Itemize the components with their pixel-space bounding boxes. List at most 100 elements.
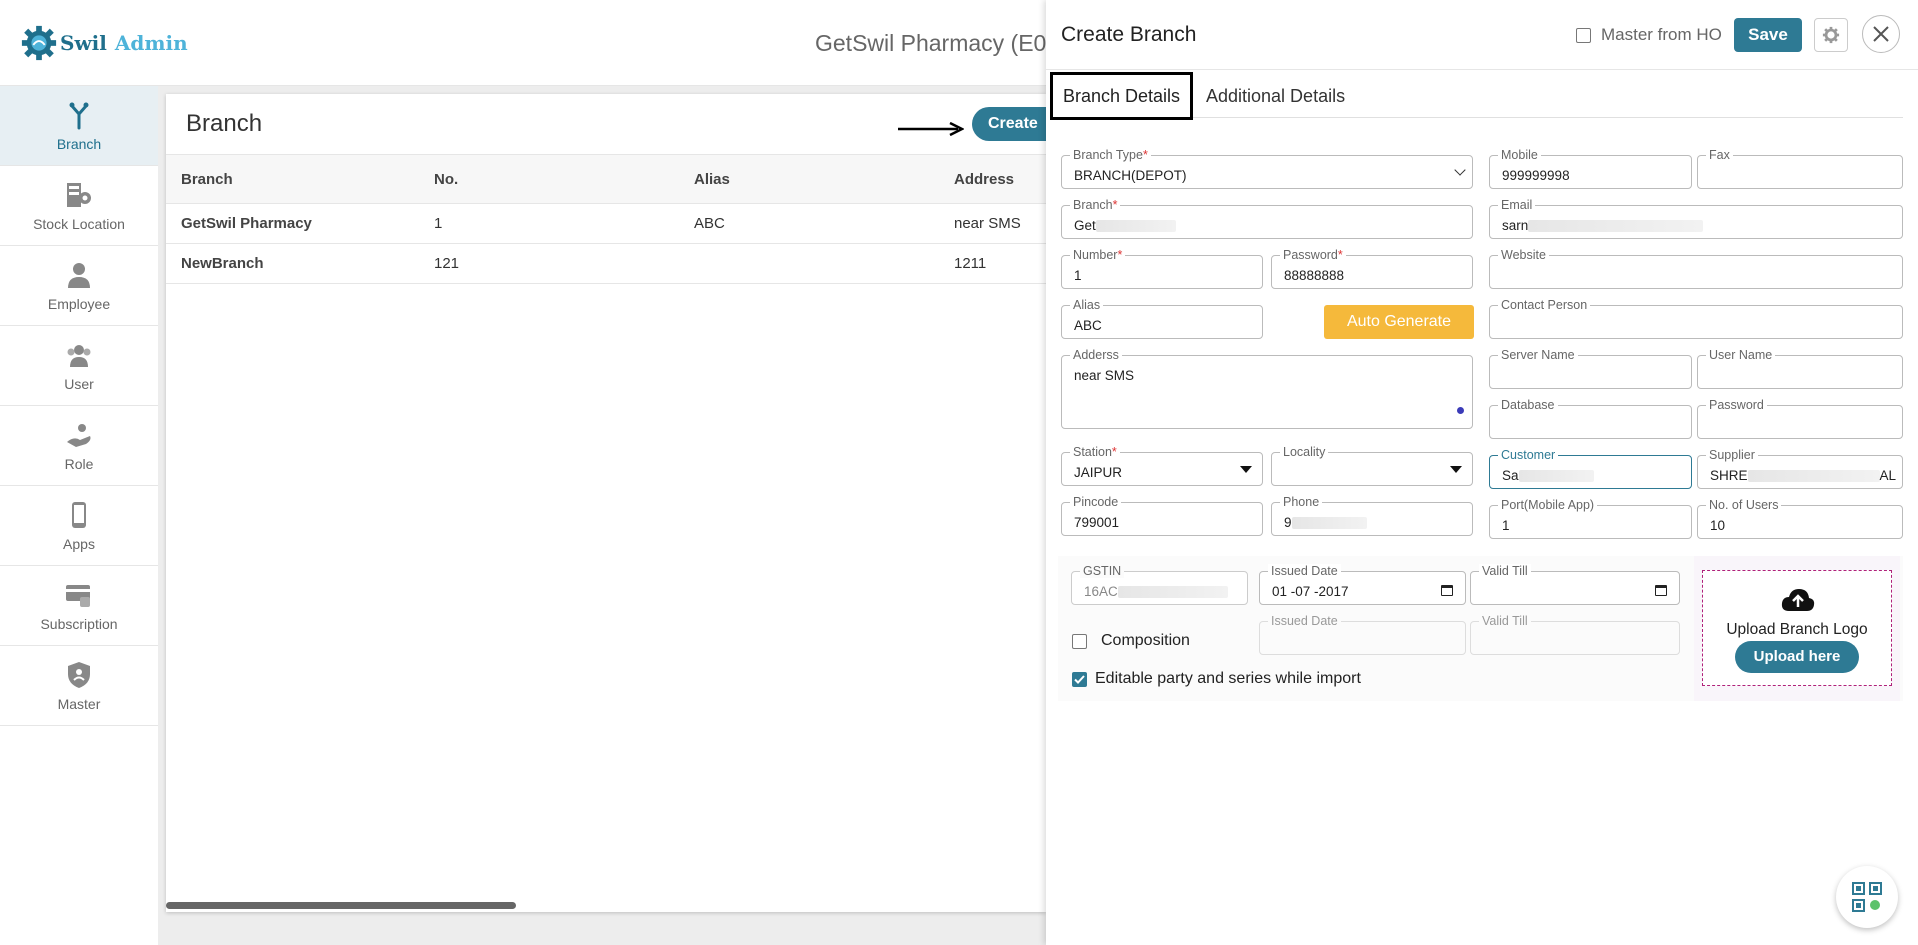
- column-header[interactable]: Address: [954, 171, 1014, 188]
- supplier-value: SHRE: [1710, 468, 1748, 483]
- branch-field[interactable]: Branch* Get: [1061, 198, 1473, 239]
- sidebar-item-role[interactable]: Role: [0, 406, 158, 486]
- branch-icon: [69, 102, 89, 129]
- sidebar: Branch Stock Location Employee User Role…: [0, 86, 158, 945]
- sidebar-item-stock-location[interactable]: Stock Location: [0, 166, 158, 246]
- qr-scan-button[interactable]: [1836, 866, 1898, 928]
- pincode-label: Pincode: [1070, 495, 1122, 509]
- fax-field[interactable]: Fax: [1697, 148, 1903, 189]
- upload-logo-dropzone[interactable]: Upload Branch Logo Upload here: [1702, 570, 1892, 686]
- column-header[interactable]: Alias: [694, 171, 730, 188]
- alias-value: ABC: [1074, 318, 1102, 333]
- column-header[interactable]: No.: [434, 171, 458, 188]
- resize-handle-icon[interactable]: [1457, 407, 1464, 414]
- alias-field[interactable]: Alias ABC: [1061, 298, 1263, 339]
- sidebar-item-label: Apps: [63, 535, 95, 552]
- customer-field[interactable]: Customer Sa: [1489, 448, 1692, 489]
- password-field[interactable]: Password* 88888888: [1271, 248, 1473, 289]
- sidebar-item-apps[interactable]: Apps: [0, 486, 158, 566]
- user-name-field[interactable]: User Name: [1697, 348, 1903, 389]
- phone-value: 9: [1284, 515, 1292, 530]
- logo-gear-icon: [21, 25, 57, 61]
- no-of-users-label: No. of Users: [1706, 498, 1782, 512]
- company-name: GetSwil Pharmacy (E01: [815, 30, 1060, 56]
- tab-branch-details[interactable]: Branch Details: [1050, 72, 1194, 120]
- sidebar-item-user[interactable]: User: [0, 326, 158, 406]
- subscription-icon: [66, 584, 90, 607]
- table-row[interactable]: NewBranch 121 1211: [166, 244, 1046, 284]
- settings-button[interactable]: [1814, 18, 1848, 52]
- master-from-ho-checkbox[interactable]: [1576, 27, 1591, 43]
- save-button[interactable]: Save: [1734, 18, 1802, 52]
- comp-issued-date-label: Issued Date: [1268, 614, 1341, 628]
- calendar-icon[interactable]: [1655, 585, 1667, 596]
- address-textarea[interactable]: Adderss near SMS: [1061, 348, 1473, 429]
- address-label: Adderss: [1070, 348, 1122, 362]
- calendar-icon[interactable]: [1441, 585, 1453, 596]
- user-icon: [67, 344, 91, 367]
- tab-additional-details[interactable]: Additional Details: [1206, 72, 1345, 120]
- horizontal-scrollbar[interactable]: [166, 902, 516, 909]
- chevron-down-icon: [1454, 164, 1466, 176]
- stock-location-icon: [67, 182, 91, 207]
- auto-generate-button[interactable]: Auto Generate: [1324, 305, 1474, 339]
- gst-valid-till-field[interactable]: Valid Till: [1470, 564, 1680, 605]
- website-field[interactable]: Website: [1489, 248, 1903, 289]
- pincode-field[interactable]: Pincode 799001: [1061, 495, 1263, 536]
- supplier-field[interactable]: Supplier SHRE AL: [1697, 448, 1903, 489]
- locality-select[interactable]: Locality: [1271, 445, 1473, 486]
- phone-label: Phone: [1280, 495, 1323, 509]
- mobile-field[interactable]: Mobile 999999998: [1489, 148, 1692, 189]
- server-name-field[interactable]: Server Name: [1489, 348, 1692, 389]
- close-icon: [1873, 26, 1889, 42]
- db-password-field[interactable]: Password: [1697, 398, 1903, 439]
- master-from-ho[interactable]: Master from HO: [1576, 25, 1722, 45]
- create-button[interactable]: Create: [972, 107, 1046, 141]
- database-label: Database: [1498, 398, 1558, 412]
- page-title: Branch: [186, 110, 263, 137]
- editable-party-checkbox[interactable]: [1072, 671, 1087, 687]
- apps-icon: [72, 501, 86, 528]
- branch-type-select[interactable]: Branch Type* BRANCH(DEPOT): [1061, 148, 1473, 189]
- port-field[interactable]: Port(Mobile App) 1: [1489, 498, 1692, 539]
- close-button[interactable]: [1862, 15, 1900, 53]
- composition-checkbox[interactable]: [1072, 633, 1087, 649]
- email-field[interactable]: Email sarn: [1489, 198, 1903, 239]
- no-of-users-field[interactable]: No. of Users 10: [1697, 498, 1903, 539]
- drawer-header: Create Branch Master from HO Save: [1046, 0, 1918, 70]
- upload-here-button[interactable]: Upload here: [1735, 641, 1859, 673]
- composition-option[interactable]: Composition: [1072, 632, 1190, 650]
- database-field[interactable]: Database: [1489, 398, 1692, 439]
- gst-issued-date-field[interactable]: Issued Date 01 -07 -2017: [1259, 564, 1466, 605]
- branch-list-panel: Branch Create Branch No. Alias Address G…: [166, 94, 1046, 912]
- sidebar-item-subscription[interactable]: Subscription: [0, 566, 158, 646]
- website-label: Website: [1498, 248, 1549, 262]
- upload-logo-label: Upload Branch Logo: [1726, 621, 1868, 638]
- caret-down-icon: [1240, 466, 1252, 473]
- number-field[interactable]: Number* 1: [1061, 248, 1263, 289]
- number-label: Number: [1073, 248, 1118, 262]
- number-value: 1: [1074, 268, 1082, 283]
- contact-person-field[interactable]: Contact Person: [1489, 298, 1903, 339]
- editable-party-option[interactable]: Editable party and series while import: [1072, 670, 1361, 688]
- comp-issued-date-field[interactable]: Issued Date: [1259, 614, 1466, 655]
- sidebar-item-label: Role: [64, 455, 94, 472]
- comp-valid-till-field[interactable]: Valid Till: [1470, 614, 1680, 655]
- sidebar-item-branch[interactable]: Branch: [0, 86, 158, 166]
- sidebar-item-master[interactable]: Master: [0, 646, 158, 726]
- sidebar-item-employee[interactable]: Employee: [0, 246, 158, 326]
- customer-value: Sa: [1502, 468, 1519, 483]
- station-select[interactable]: Station* JAIPUR: [1061, 445, 1263, 486]
- gstin-field[interactable]: GSTIN 16AC: [1071, 564, 1248, 605]
- drawer-title: Create Branch: [1061, 23, 1197, 46]
- phone-field[interactable]: Phone 9: [1271, 495, 1473, 536]
- table-row[interactable]: GetSwil Pharmacy 1 ABC near SMS: [166, 204, 1046, 244]
- column-header[interactable]: Branch: [181, 171, 233, 188]
- pincode-value: 799001: [1074, 515, 1120, 530]
- check-icon: [1074, 674, 1085, 684]
- cell-no: 121: [434, 255, 460, 272]
- cell-alias: ABC: [694, 215, 725, 232]
- port-label: Port(Mobile App): [1498, 498, 1598, 512]
- logo[interactable]: Swil Admin: [20, 24, 188, 62]
- drawer-tabs: Branch Details Additional Details: [1046, 70, 1918, 120]
